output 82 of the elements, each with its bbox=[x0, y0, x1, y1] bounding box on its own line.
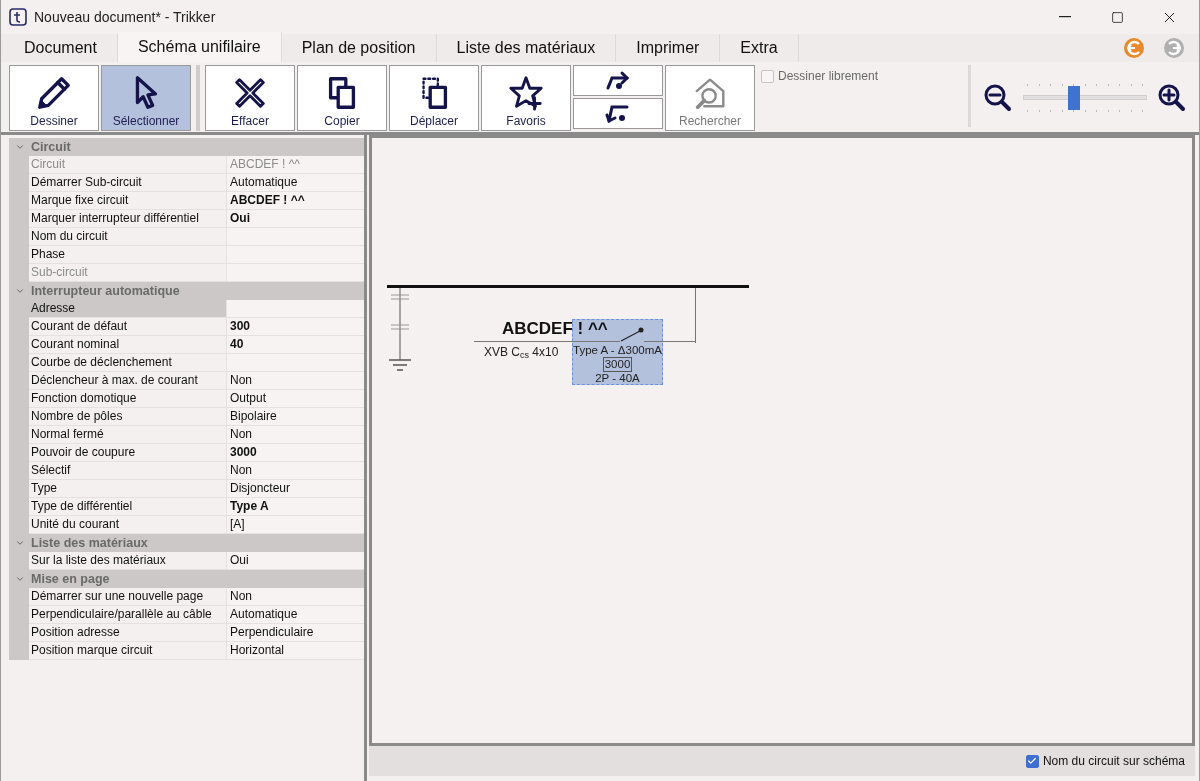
property-value[interactable]: Non bbox=[230, 463, 252, 477]
property-name[interactable]: Nombre de pôles bbox=[29, 408, 227, 426]
property-name[interactable]: Démarrer sur une nouvelle page bbox=[29, 588, 227, 606]
branch-button[interactable] bbox=[573, 65, 663, 96]
group-title: Mise en page bbox=[31, 570, 110, 588]
zoom-slider[interactable] bbox=[1023, 86, 1147, 110]
property-name[interactable]: Pouvoir de coupure bbox=[29, 444, 227, 462]
property-value[interactable]: 3000 bbox=[230, 445, 257, 459]
row-gutter bbox=[9, 588, 29, 660]
property-value[interactable]: Type A bbox=[230, 499, 269, 513]
property-name[interactable]: Nom du circuit bbox=[29, 228, 227, 246]
property-value[interactable]: Perpendiculaire bbox=[230, 625, 314, 639]
branch-button[interactable] bbox=[573, 98, 663, 129]
minimize-icon bbox=[1059, 16, 1071, 18]
tool-button[interactable]: Déplacer bbox=[389, 65, 479, 131]
tool-button[interactable]: Dessiner bbox=[9, 65, 99, 131]
slider-thumb[interactable] bbox=[1067, 86, 1080, 110]
property-name[interactable]: Perpendiculaire/parallèle au câble bbox=[29, 606, 227, 624]
property-name[interactable]: Déclencheur à max. de courant bbox=[29, 372, 227, 390]
breaker-label: 2P - 40A bbox=[595, 372, 640, 385]
property-name[interactable]: Phase bbox=[29, 246, 227, 264]
property-name[interactable]: Démarrer Sub-circuit bbox=[29, 174, 227, 192]
property-name[interactable]: Normal fermé bbox=[29, 426, 227, 444]
property-value[interactable]: Output bbox=[230, 391, 267, 405]
checkbox[interactable] bbox=[1025, 754, 1039, 768]
breaker-label: 3000 bbox=[602, 357, 633, 372]
property-value[interactable]: Automatique bbox=[230, 607, 298, 621]
property-value[interactable]: Bipolaire bbox=[230, 409, 277, 423]
branch-up-icon bbox=[605, 69, 631, 92]
property-name[interactable]: Marquer interrupteur différentiel bbox=[29, 210, 227, 228]
group-title: Liste des matériaux bbox=[31, 534, 148, 552]
checkbox-label: Nom du circuit sur schéma bbox=[1042, 753, 1185, 770]
chevron-icon bbox=[15, 538, 25, 548]
undo-icon[interactable] bbox=[1123, 37, 1145, 59]
group-title: Interrupteur automatique bbox=[31, 282, 180, 300]
chevron-icon bbox=[15, 574, 25, 584]
property-name[interactable]: Type de différentiel bbox=[29, 498, 227, 516]
property-value[interactable]: Disjoncteur bbox=[230, 481, 291, 495]
property-value[interactable]: 40 bbox=[230, 337, 244, 351]
group-title: Circuit bbox=[31, 138, 71, 156]
chevron-icon bbox=[15, 142, 25, 152]
tool-button[interactable]: Effacer bbox=[205, 65, 295, 131]
property-name[interactable]: Position marque circuit bbox=[29, 642, 227, 660]
return-line bbox=[694, 288, 697, 343]
tab[interactable]: Schéma unifilaire bbox=[117, 32, 282, 62]
property-value[interactable]: Non bbox=[230, 589, 252, 603]
property-value[interactable]: Non bbox=[230, 427, 252, 441]
zoom-out-icon[interactable] bbox=[983, 83, 1013, 113]
checkbox-label: Dessiner librement bbox=[778, 68, 879, 85]
pencil-icon bbox=[35, 74, 73, 112]
property-name[interactable]: Adresse bbox=[29, 300, 227, 318]
tool-button[interactable]: Favoris bbox=[481, 65, 571, 131]
property-name[interactable]: Sélectif bbox=[29, 462, 227, 480]
breaker-label: Type A - Δ300mA bbox=[573, 344, 662, 357]
property-name[interactable]: Courant de défaut bbox=[29, 318, 227, 336]
property-value[interactable]: Oui bbox=[230, 211, 250, 225]
window-title: Nouveau document* - Trikker bbox=[34, 7, 216, 27]
chevron-icon bbox=[15, 286, 25, 296]
tool-button[interactable]: Copier bbox=[297, 65, 387, 131]
maximize-icon bbox=[1110, 10, 1124, 24]
check-icon bbox=[1027, 756, 1038, 766]
switch-icon bbox=[620, 326, 646, 342]
schematic-canvas[interactable]: ABCDEF ! ^^ XVB C$_{cs}$ 4x10 Type A - Δ300mA 3000 2P - 40A bbox=[369, 135, 1195, 746]
property-name[interactable]: Type bbox=[29, 480, 227, 498]
app-logo-icon bbox=[9, 8, 27, 26]
tool-button[interactable]: Sélectionner bbox=[101, 65, 191, 131]
property-value[interactable]: Horizontal bbox=[230, 643, 285, 657]
property-value[interactable]: Non bbox=[230, 373, 252, 387]
property-value[interactable]: [A] bbox=[230, 517, 245, 531]
cable-label: XVB C$_{cs}$ 4x10 bbox=[484, 345, 559, 359]
property-name[interactable]: Position adresse bbox=[29, 624, 227, 642]
property-name[interactable]: Courbe de déclenchement bbox=[29, 354, 227, 372]
property-name[interactable]: Fonction domotique bbox=[29, 390, 227, 408]
property-value[interactable]: 300 bbox=[230, 319, 251, 333]
property-value[interactable]: Automatique bbox=[230, 175, 298, 189]
property-value[interactable]: Oui bbox=[230, 553, 249, 567]
property-value[interactable]: ABCDEF ! ^^ bbox=[230, 193, 305, 207]
property-name[interactable]: Marque fixe circuit bbox=[29, 192, 227, 210]
property-name[interactable]: Courant nominal bbox=[29, 336, 227, 354]
zoom-in-icon[interactable] bbox=[1157, 83, 1187, 113]
star-plus-icon bbox=[507, 74, 545, 112]
checkbox[interactable] bbox=[761, 69, 774, 83]
